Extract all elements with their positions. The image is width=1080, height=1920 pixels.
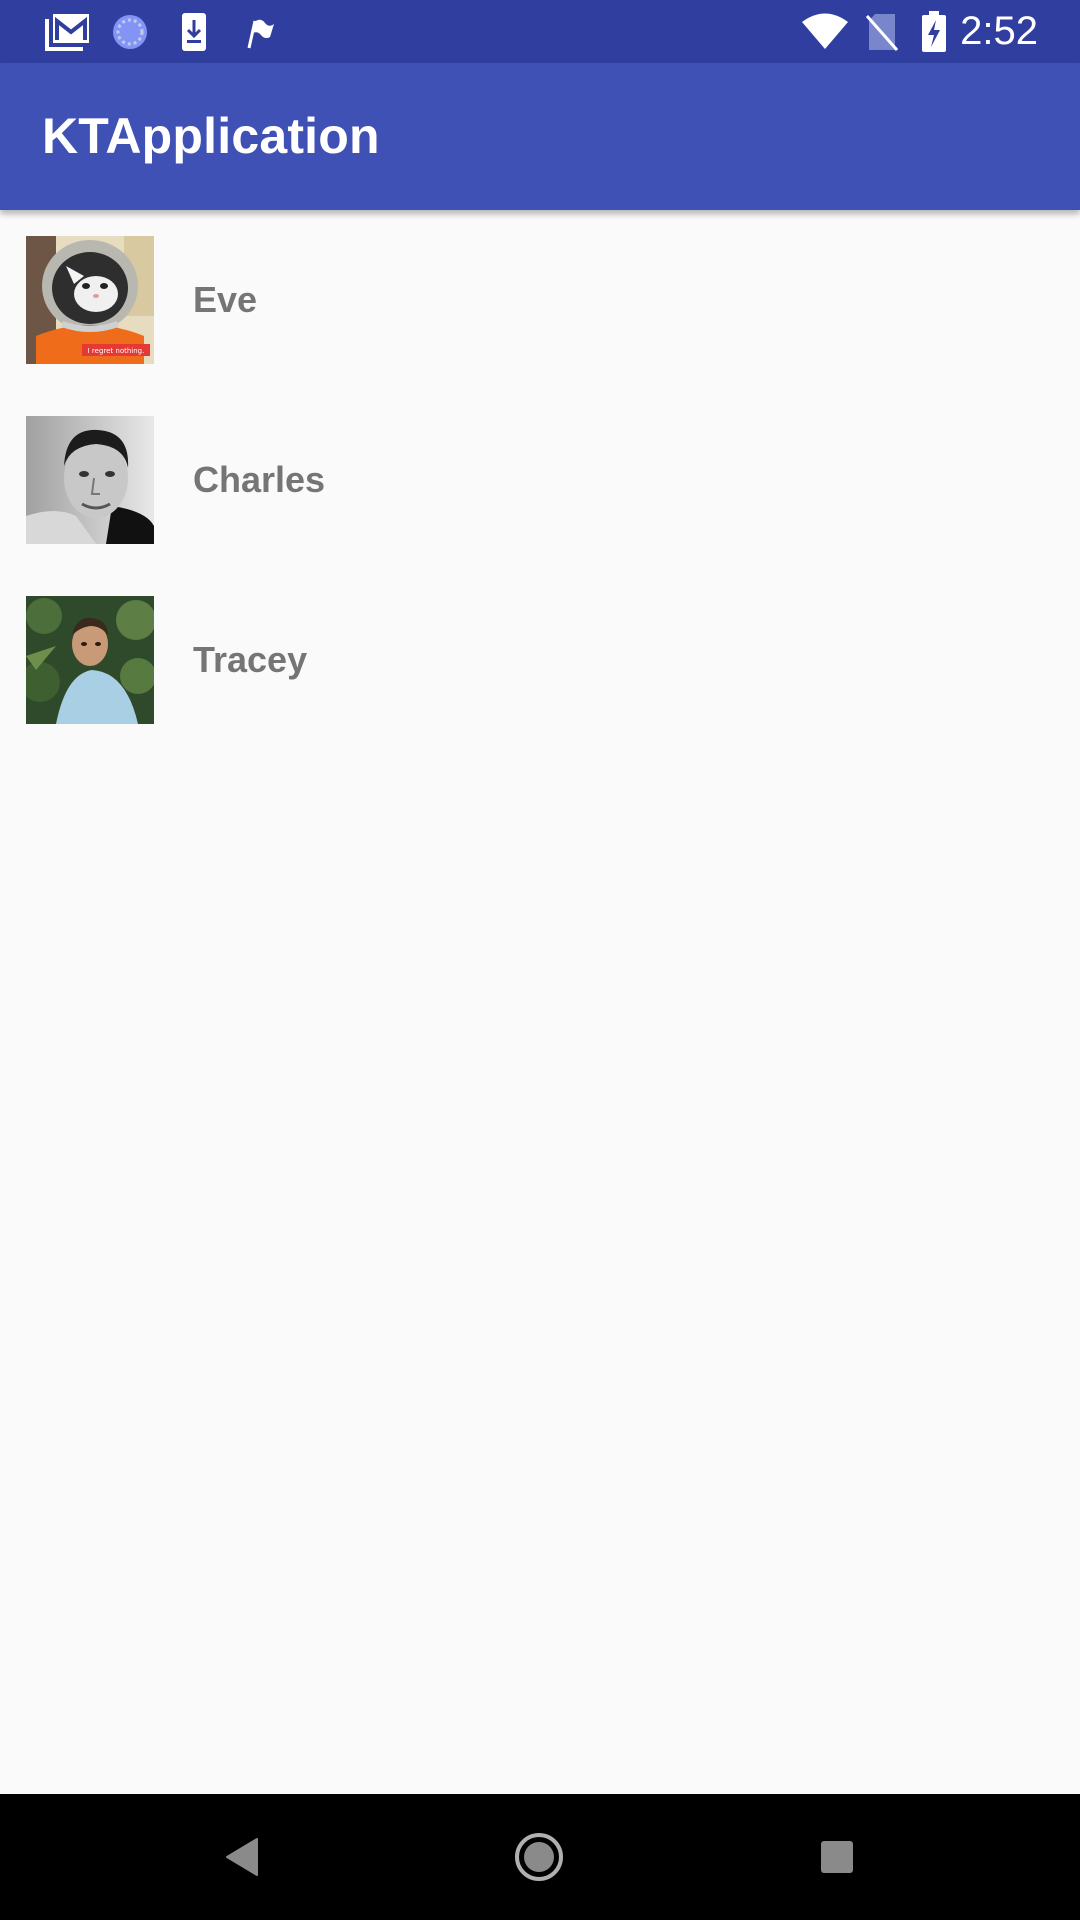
recents-icon[interactable] bbox=[757, 1794, 917, 1920]
outdoor-man-portrait-avatar bbox=[26, 596, 154, 724]
app-bar: KTApplication bbox=[0, 63, 1080, 210]
grayscale-man-portrait-avatar bbox=[26, 416, 154, 544]
status-time: 2:52 bbox=[960, 9, 1038, 53]
list-item[interactable]: I regret nothing. Eve bbox=[0, 210, 1080, 390]
status-bar: 2:52 bbox=[0, 0, 1080, 63]
list-item[interactable]: Tracey bbox=[0, 570, 1080, 750]
astronaut-cat-avatar: I regret nothing. bbox=[26, 236, 154, 364]
app-title: KTApplication bbox=[42, 108, 380, 164]
svg-text:I regret nothing.: I regret nothing. bbox=[88, 347, 145, 355]
flag-icon bbox=[244, 0, 276, 63]
contact-name: Charles bbox=[193, 459, 326, 500]
sync-icon bbox=[110, 0, 150, 63]
list-item[interactable]: Charles bbox=[0, 390, 1080, 570]
back-icon[interactable] bbox=[162, 1794, 322, 1920]
navigation-bar bbox=[0, 1794, 1080, 1920]
contact-name: Eve bbox=[193, 279, 258, 320]
gmail-icon bbox=[44, 0, 92, 63]
home-icon[interactable] bbox=[459, 1794, 619, 1920]
no-sim-icon bbox=[864, 0, 900, 63]
download-icon bbox=[180, 0, 208, 63]
battery-charging-icon bbox=[920, 0, 948, 63]
wifi-icon bbox=[800, 0, 850, 63]
contact-name: Tracey bbox=[193, 639, 308, 680]
